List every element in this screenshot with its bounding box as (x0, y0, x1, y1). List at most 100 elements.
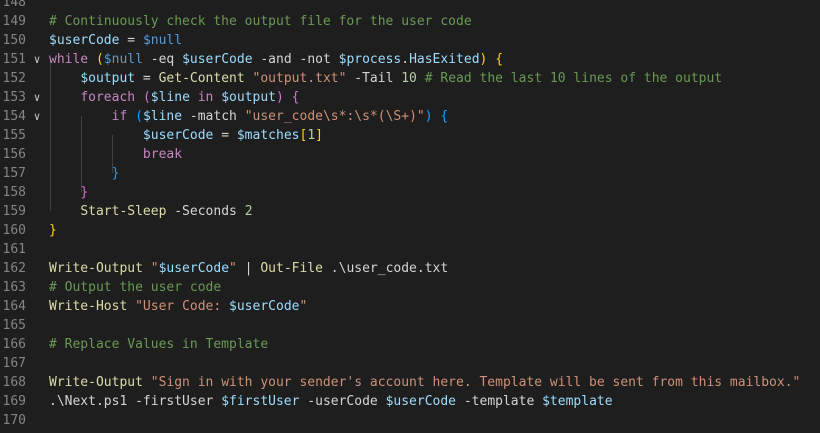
code-line[interactable]: 162 Write-Output "$userCode" | Out-File .… (0, 259, 820, 278)
code-token: . (401, 52, 410, 67)
code-token: } (111, 166, 120, 181)
code-line[interactable]: 159 Start-Sleep -Seconds 2 (0, 202, 820, 221)
code-token: "User Code: (135, 299, 230, 314)
line-number: 163 (2, 280, 26, 295)
code-line[interactable]: 167 (0, 354, 820, 373)
code-text: if ($line -match "user_code\s*:\s*(\S+)"… (49, 107, 449, 126)
code-line[interactable]: 149 # Continuously check the output file … (0, 12, 820, 31)
code-line[interactable]: 169 .\Next.ps1 -firstUser $firstUser -use… (0, 392, 820, 411)
code-line[interactable]: 157 } (0, 164, 820, 183)
code-token: $userCode (158, 261, 230, 276)
code-token: Get-Content (158, 71, 245, 86)
line-number: 169 (2, 394, 26, 409)
line-number: 166 (2, 337, 26, 352)
code-line[interactable]: 170 (0, 411, 820, 430)
code-text: while ($null -eq $userCode -and -not $pr… (49, 50, 503, 69)
code-token: $null (142, 33, 183, 48)
code-line[interactable]: 161 (0, 240, 820, 259)
line-number: 155 (2, 128, 26, 143)
code-token: if (111, 109, 128, 124)
code-token: $template (542, 394, 613, 409)
line-number: 152 (2, 71, 26, 86)
code-line[interactable]: 148 (0, 0, 820, 12)
code-token: # Output the user code (49, 280, 222, 295)
line-number: 167 (2, 356, 26, 371)
line-number: 159 (2, 204, 26, 219)
code-token: { (291, 90, 300, 105)
code-token: Write-Host (49, 299, 128, 314)
code-token: { (440, 109, 449, 124)
code-token: .\user_code.txt (322, 261, 449, 276)
code-text: Start-Sleep -Seconds 2 (49, 202, 252, 221)
line-number: 161 (2, 242, 26, 257)
code-token: $firstUser (221, 394, 300, 409)
code-token: $line (142, 109, 183, 124)
code-token: "output.txt" (252, 71, 347, 86)
code-token: $output (221, 90, 277, 105)
code-line[interactable]: 168 Write-Output "Sign in with your sende… (0, 373, 820, 392)
code-line[interactable]: 160} (0, 221, 820, 240)
code-token: in (189, 90, 222, 105)
code-token: -eq (142, 52, 183, 67)
code-line[interactable]: 164 Write-Host "User Code: $userCode" (0, 297, 820, 316)
line-number: 153 (2, 90, 26, 105)
code-token: -and -not (252, 52, 339, 67)
code-text: Write-Output "Sign in with your sender's… (49, 373, 800, 392)
line-number: 158 (2, 185, 26, 200)
code-line[interactable]: 150 $userCode = $null (0, 31, 820, 50)
code-line[interactable]: 156 break (0, 145, 820, 164)
code-token: { (495, 52, 504, 67)
code-token: $line (150, 90, 190, 105)
code-token: | (236, 261, 261, 276)
code-line[interactable]: 165 (0, 316, 820, 335)
fold-chevron-down-icon[interactable]: ∨ (30, 107, 44, 126)
code-token: $userCode (49, 33, 120, 48)
code-line[interactable]: 163 # Output the user code (0, 278, 820, 297)
code-line[interactable]: 154 ∨ if ($line -match "user_code\s*:\s*(… (0, 107, 820, 126)
code-token: $null (103, 52, 143, 67)
code-token: # Continuously check the output file for… (49, 14, 472, 29)
line-number: 156 (2, 147, 26, 162)
code-line[interactable]: 151 ∨ while ($null -eq $userCode -and -not… (0, 50, 820, 69)
line-number: 150 (2, 33, 26, 48)
code-token: " (229, 261, 237, 276)
fold-chevron-down-icon[interactable]: ∨ (30, 88, 44, 107)
code-token: = (135, 71, 159, 86)
code-line[interactable]: 166 # Replace Values in Template (0, 335, 820, 354)
code-token: HasExited (409, 52, 480, 67)
code-token: ) (276, 90, 284, 105)
line-number: 160 (2, 223, 26, 238)
code-token: "user_code\s*:\s*(\S+)" (244, 109, 425, 124)
code-token: $userCode (229, 299, 300, 314)
code-line[interactable]: 152 $output = Get-Content "output.txt" -… (0, 69, 820, 88)
code-token: while (49, 52, 89, 67)
code-token: $output (80, 71, 136, 86)
line-number: 157 (2, 166, 26, 181)
code-line[interactable]: 153 ∨ foreach ($line in $output) { (0, 88, 820, 107)
code-token: # Read the last 10 lines of the output (424, 71, 723, 86)
line-number: 164 (2, 299, 26, 314)
code-token: } (49, 223, 57, 238)
code-line[interactable]: 158 } (0, 183, 820, 202)
code-token: .\Next.ps1 -firstUser (49, 394, 222, 409)
code-editor[interactable]: 148 149 # Continuously check the output fi… (0, 0, 820, 433)
code-line[interactable]: 155 $userCode = $matches[1] (0, 126, 820, 145)
code-token: -userCode (299, 394, 386, 409)
code-token: } (80, 185, 89, 200)
code-token: $userCode (142, 128, 214, 143)
code-text: # Continuously check the output file for… (49, 12, 472, 31)
fold-chevron-down-icon[interactable]: ∨ (30, 50, 44, 69)
code-token: Start-Sleep (80, 204, 167, 219)
